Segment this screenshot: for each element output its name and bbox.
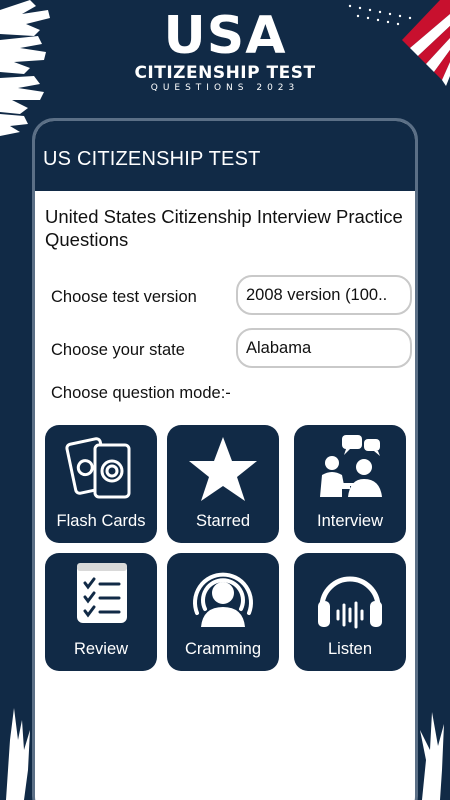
flash-cards-icon <box>65 437 131 499</box>
main-screen: United States Citizenship Interview Prac… <box>35 191 415 800</box>
cramming-label: Cramming <box>184 640 262 658</box>
page-headline: United States Citizenship Interview Prac… <box>45 206 403 250</box>
test-version-label: Choose test version <box>51 288 197 306</box>
question-mode-label: Choose question mode:- <box>51 384 231 402</box>
checklist-icon <box>77 563 127 623</box>
flash-cards-button[interactable]: Flash Cards <box>45 425 157 543</box>
interview-icon <box>320 435 382 497</box>
interview-button[interactable]: Interview <box>294 425 406 543</box>
star-icon <box>189 437 257 501</box>
promo-tagline: QUESTIONS 2023 <box>150 83 300 93</box>
interview-label: Interview <box>316 512 384 530</box>
listen-button[interactable]: Listen <box>294 553 406 671</box>
headphones-icon <box>318 576 382 629</box>
cramming-button[interactable]: Cramming <box>167 553 279 671</box>
test-version-select[interactable]: 2008 version (100.. <box>236 275 412 315</box>
podcast-person-icon <box>193 572 253 627</box>
flash-cards-label: Flash Cards <box>56 512 146 530</box>
promo-title: USA <box>163 6 287 66</box>
promo-subtitle: CITIZENSHIP TEST <box>134 63 316 83</box>
app-bar: US CITIZENSHIP TEST <box>35 121 415 191</box>
phone-frame: US CITIZENSHIP TEST United States Citize… <box>32 118 418 800</box>
listen-label: Listen <box>327 640 373 658</box>
review-button[interactable]: Review <box>45 553 157 671</box>
state-label: Choose your state <box>51 341 185 359</box>
starred-button[interactable]: Starred <box>167 425 279 543</box>
review-label: Review <box>73 640 129 658</box>
state-select[interactable]: Alabama <box>236 328 412 368</box>
app-bar-title: US CITIZENSHIP TEST <box>43 148 261 170</box>
starred-label: Starred <box>195 512 251 530</box>
